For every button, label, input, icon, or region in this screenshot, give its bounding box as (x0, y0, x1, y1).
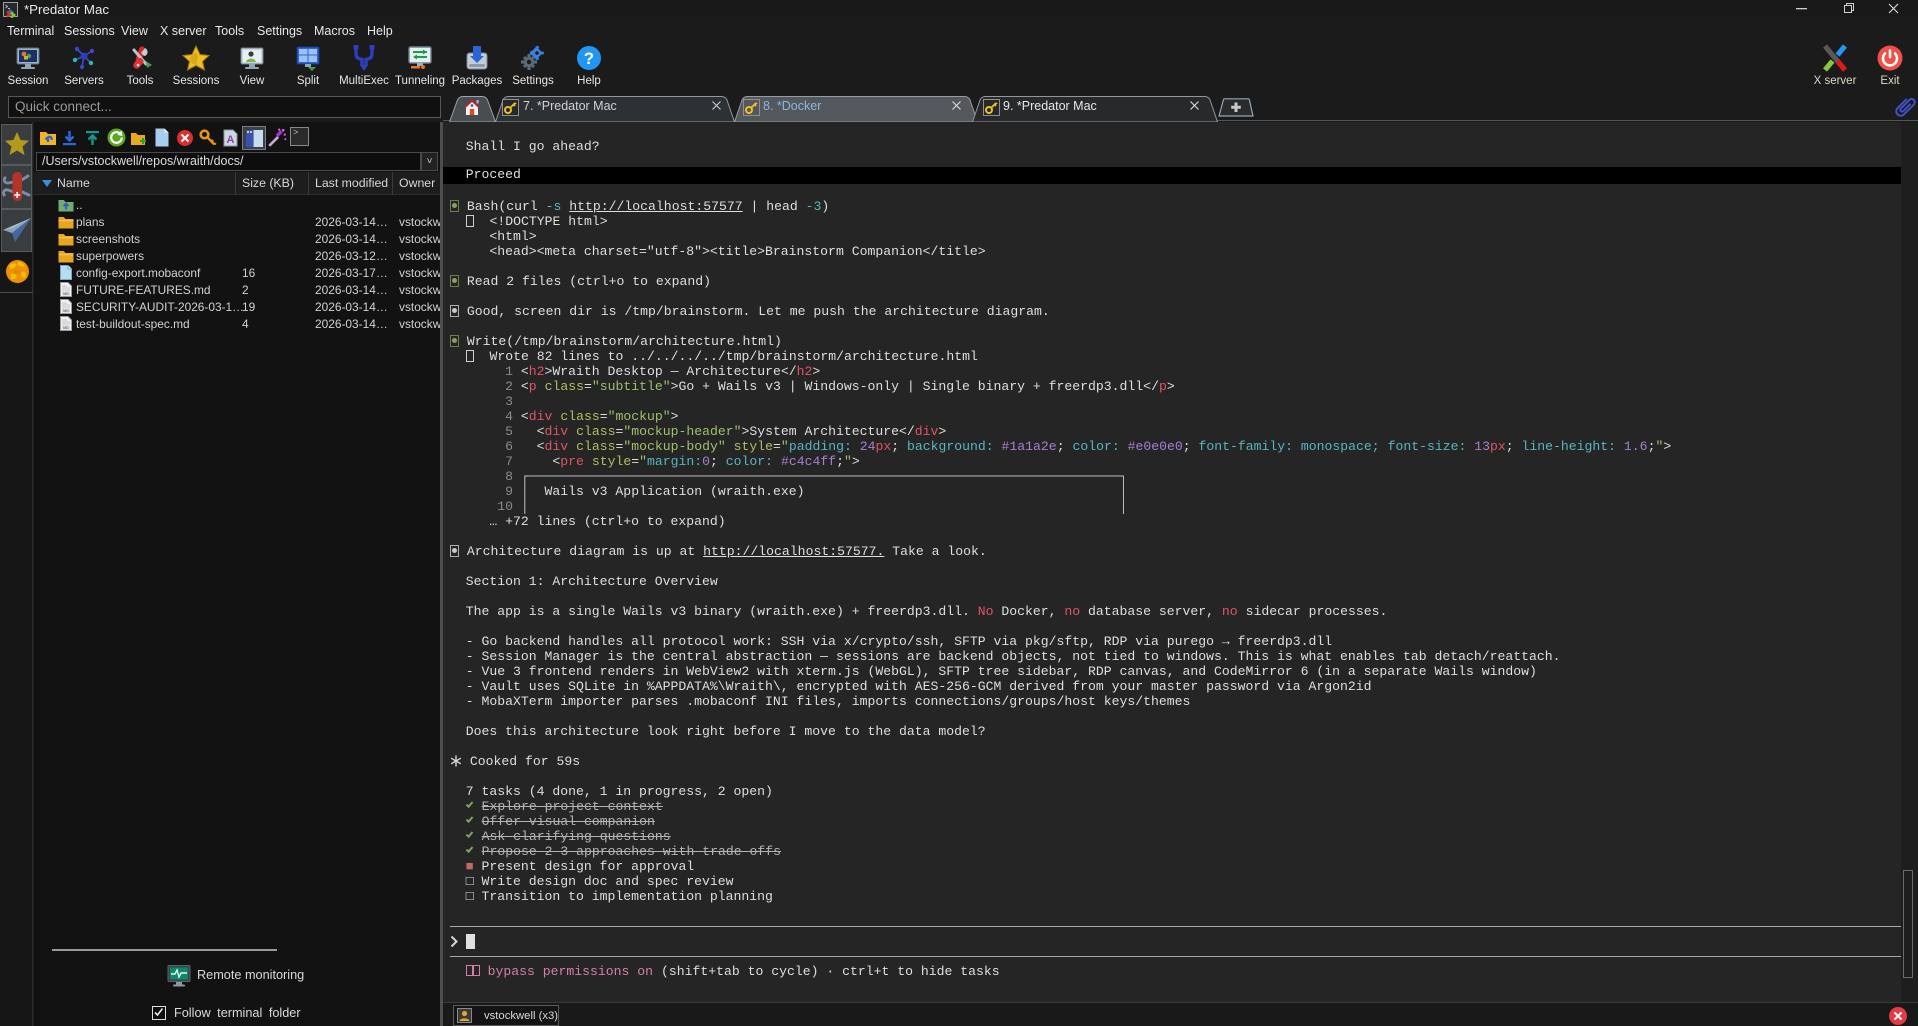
svg-text:MD: MD (63, 292, 69, 296)
svg-text:A: A (227, 134, 235, 146)
svg-text:MD: MD (63, 326, 69, 330)
svg-text:?: ? (584, 49, 594, 68)
svg-text:MD: MD (63, 309, 69, 313)
